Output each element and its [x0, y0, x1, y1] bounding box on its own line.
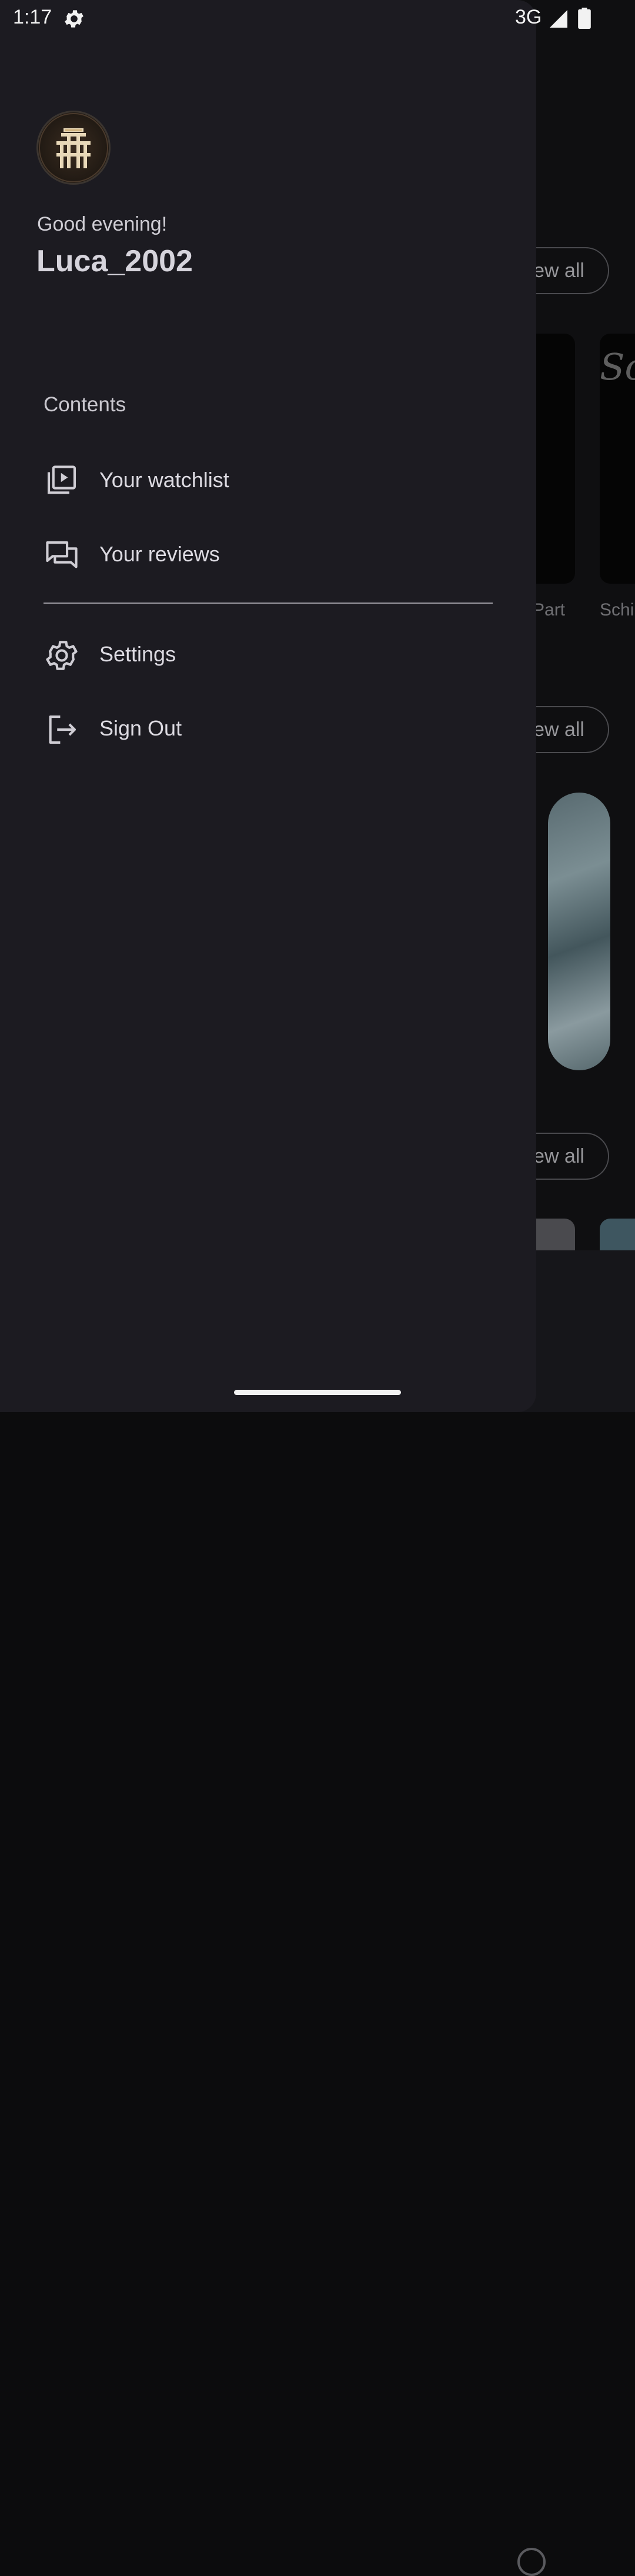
- movie-caption: Part: [533, 600, 566, 620]
- status-bar: 1:17 3G: [0, 0, 635, 36]
- greeting-text: Good evening!: [37, 213, 168, 235]
- movie-poster[interactable]: Sc: [600, 334, 635, 584]
- movie-caption: Schi: [600, 600, 634, 620]
- reviews-icon: [46, 541, 78, 568]
- settings-icon: [46, 641, 78, 670]
- card-thumbnail[interactable]: [600, 1219, 635, 1251]
- nav-icon[interactable]: [517, 2548, 546, 2576]
- gesture-bar[interactable]: [234, 1390, 401, 1395]
- menu-item-label: Sign Out: [99, 716, 182, 740]
- signal-icon: [550, 10, 567, 28]
- network-type: 3G: [515, 6, 542, 28]
- sign-out-icon: [49, 715, 76, 744]
- avatar[interactable]: [36, 111, 111, 185]
- section-title: Contents: [44, 393, 126, 416]
- divider: [44, 603, 493, 604]
- clock: 1:17: [13, 6, 52, 28]
- menu-item-reviews[interactable]: Your reviews: [44, 521, 508, 586]
- menu-item-watchlist[interactable]: Your watchlist: [44, 447, 508, 512]
- poster-title: Sc: [600, 345, 635, 388]
- battery-icon: [578, 8, 591, 29]
- menu-item-sign-out[interactable]: Sign Out: [44, 695, 508, 760]
- navigation-drawer: Good evening! Luca_2002 Contents Your wa…: [0, 0, 536, 1412]
- watchlist-icon: [47, 465, 76, 494]
- featured-image[interactable]: [548, 793, 610, 1070]
- settings-icon: [65, 10, 83, 28]
- menu-item-label: Your reviews: [99, 542, 220, 566]
- avatar-logo-icon: [39, 113, 108, 182]
- username: Luca_2002: [36, 244, 193, 278]
- menu-item-settings[interactable]: Settings: [44, 621, 508, 686]
- menu-item-label: Your watchlist: [99, 468, 229, 492]
- menu-item-label: Settings: [99, 642, 176, 666]
